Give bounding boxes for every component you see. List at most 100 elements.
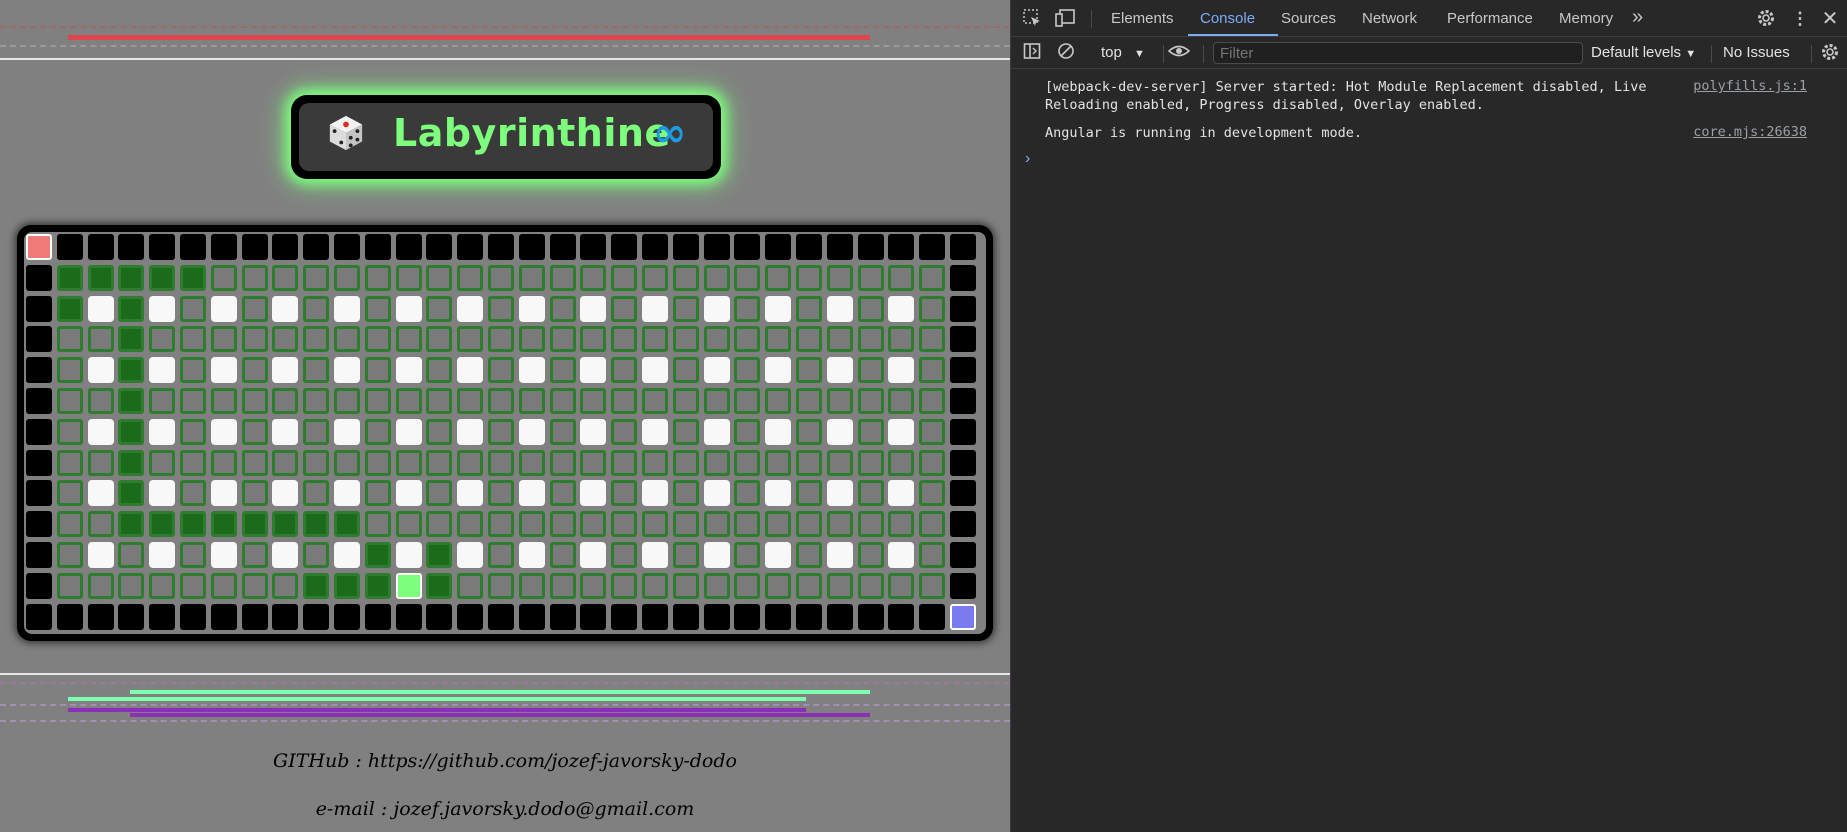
console-message-source[interactable]: polyfills.js:1 <box>1693 78 1807 94</box>
maze-path-cell[interactable] <box>241 480 268 507</box>
maze-path-cell[interactable] <box>364 449 391 476</box>
maze-path-cell[interactable] <box>919 264 946 291</box>
maze-path-cell[interactable] <box>395 388 422 414</box>
maze-path-cell[interactable] <box>180 295 206 322</box>
maze-path-cell[interactable] <box>272 264 299 291</box>
maze-path-cell[interactable] <box>919 480 946 507</box>
maze-path-cell[interactable] <box>488 480 514 507</box>
maze-visited-cell[interactable] <box>118 264 145 291</box>
maze-path-cell[interactable] <box>241 326 268 353</box>
maze-path-cell[interactable] <box>364 357 391 384</box>
maze-path-cell[interactable] <box>334 449 360 476</box>
maze-path-cell[interactable] <box>149 388 176 414</box>
filter-input[interactable] <box>1213 42 1583 64</box>
maze-path-cell[interactable] <box>549 326 576 353</box>
maze-path-cell[interactable] <box>56 511 83 538</box>
maze-path-cell[interactable] <box>488 388 514 414</box>
maze-path-cell[interactable] <box>426 511 453 538</box>
maze-path-cell[interactable] <box>56 572 83 599</box>
maze-path-cell[interactable] <box>611 542 638 568</box>
maze-path-cell[interactable] <box>857 480 884 507</box>
maze-path-cell[interactable] <box>241 295 268 322</box>
maze-path-cell[interactable] <box>426 388 453 414</box>
maze-path-cell[interactable] <box>395 511 422 538</box>
maze-visited-cell[interactable] <box>87 264 114 291</box>
maze-grid[interactable] <box>24 232 986 634</box>
maze-path-cell[interactable] <box>87 388 114 414</box>
maze-path-cell[interactable] <box>426 264 453 291</box>
console-settings-icon[interactable] <box>1819 42 1841 64</box>
maze-path-cell[interactable] <box>518 264 545 291</box>
maze-player-cell[interactable] <box>395 572 422 599</box>
eye-icon[interactable] <box>1167 42 1191 64</box>
maze-path-cell[interactable] <box>426 326 453 353</box>
maze-visited-cell[interactable] <box>364 542 391 568</box>
maze-path-cell[interactable] <box>672 572 699 599</box>
maze-path-cell[interactable] <box>642 326 668 353</box>
maze-path-cell[interactable] <box>395 449 422 476</box>
maze-path-cell[interactable] <box>180 480 206 507</box>
maze-path-cell[interactable] <box>919 357 946 384</box>
maze-path-cell[interactable] <box>857 511 884 538</box>
maze-path-cell[interactable] <box>765 326 792 353</box>
maze-visited-cell[interactable] <box>118 388 145 414</box>
maze-visited-cell[interactable] <box>426 572 453 599</box>
maze-path-cell[interactable] <box>734 542 761 568</box>
maze-path-cell[interactable] <box>395 326 422 353</box>
maze-path-cell[interactable] <box>56 480 83 507</box>
maze-path-cell[interactable] <box>672 388 699 414</box>
maze-path-cell[interactable] <box>149 326 176 353</box>
close-icon[interactable]: ✕ <box>1819 8 1841 30</box>
maze-path-cell[interactable] <box>180 418 206 445</box>
maze-path-cell[interactable] <box>149 572 176 599</box>
maze-path-cell[interactable] <box>488 418 514 445</box>
maze-path-cell[interactable] <box>611 295 638 322</box>
maze-path-cell[interactable] <box>241 388 268 414</box>
maze-path-cell[interactable] <box>549 572 576 599</box>
maze-path-cell[interactable] <box>180 449 206 476</box>
maze-path-cell[interactable] <box>518 572 545 599</box>
maze-path-cell[interactable] <box>56 357 83 384</box>
maze-path-cell[interactable] <box>765 511 792 538</box>
maze-path-cell[interactable] <box>765 388 792 414</box>
maze-path-cell[interactable] <box>611 357 638 384</box>
maze-path-cell[interactable] <box>734 572 761 599</box>
maze-path-cell[interactable] <box>765 264 792 291</box>
maze-visited-cell[interactable] <box>56 295 83 322</box>
maze-visited-cell[interactable] <box>118 326 145 353</box>
maze-path-cell[interactable] <box>672 295 699 322</box>
maze-path-cell[interactable] <box>364 480 391 507</box>
maze-path-cell[interactable] <box>826 511 853 538</box>
maze-path-cell[interactable] <box>241 264 268 291</box>
maze-path-cell[interactable] <box>488 542 514 568</box>
maze-path-cell[interactable] <box>457 572 484 599</box>
maze-path-cell[interactable] <box>734 511 761 538</box>
maze-path-cell[interactable] <box>118 572 145 599</box>
maze-path-cell[interactable] <box>180 326 206 353</box>
maze-path-cell[interactable] <box>180 357 206 384</box>
maze-path-cell[interactable] <box>857 295 884 322</box>
maze-path-cell[interactable] <box>796 357 822 384</box>
maze-path-cell[interactable] <box>826 572 853 599</box>
maze-path-cell[interactable] <box>56 388 83 414</box>
maze-path-cell[interactable] <box>857 542 884 568</box>
maze-path-cell[interactable] <box>364 388 391 414</box>
maze-path-cell[interactable] <box>272 326 299 353</box>
maze-path-cell[interactable] <box>611 449 638 476</box>
maze-path-cell[interactable] <box>457 388 484 414</box>
maze-visited-cell[interactable] <box>56 264 83 291</box>
maze-visited-cell[interactable] <box>118 295 145 322</box>
maze-path-cell[interactable] <box>611 511 638 538</box>
maze-end-cell[interactable] <box>950 603 976 630</box>
maze-path-cell[interactable] <box>919 511 946 538</box>
maze-path-cell[interactable] <box>303 388 330 414</box>
maze-path-cell[interactable] <box>303 449 330 476</box>
maze-path-cell[interactable] <box>303 480 330 507</box>
maze-path-cell[interactable] <box>56 418 83 445</box>
maze-path-cell[interactable] <box>580 388 607 414</box>
maze-board[interactable] <box>17 225 993 641</box>
maze-path-cell[interactable] <box>118 542 145 568</box>
maze-path-cell[interactable] <box>303 357 330 384</box>
maze-path-cell[interactable] <box>549 357 576 384</box>
maze-path-cell[interactable] <box>580 572 607 599</box>
